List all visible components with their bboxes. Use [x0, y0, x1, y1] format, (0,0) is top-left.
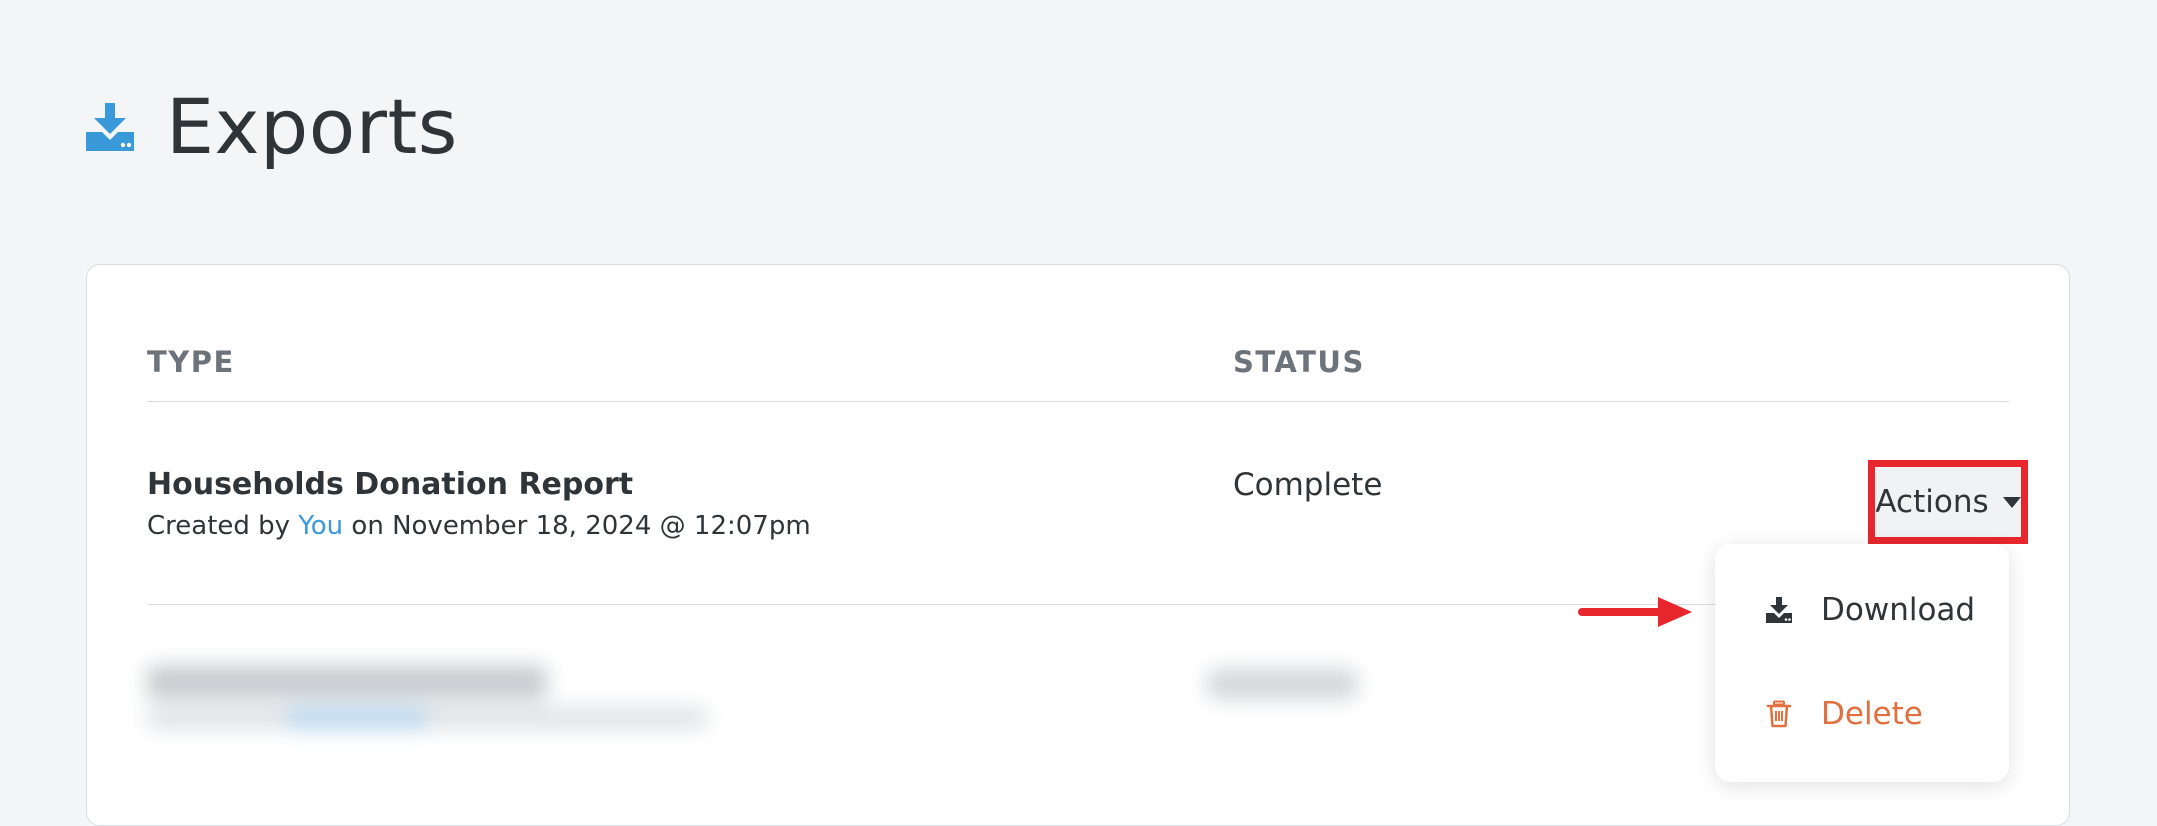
- blurred-row-content: [127, 647, 747, 737]
- menu-item-delete-label: Delete: [1821, 696, 1923, 732]
- blurred-row-status: [1207, 647, 1387, 737]
- page-title: Exports: [166, 82, 458, 171]
- trash-icon: [1766, 700, 1792, 728]
- menu-item-download-label: Download: [1821, 592, 1976, 628]
- actions-button[interactable]: Actions: [1868, 460, 2028, 544]
- menu-item-download[interactable]: Download: [1715, 570, 2009, 650]
- menu-item-delete[interactable]: Delete: [1715, 674, 2009, 754]
- actions-dropdown-menu: Download Delete: [1715, 544, 2009, 782]
- table-header: TYPE STATUS: [147, 345, 2009, 402]
- actions-button-label: Actions: [1875, 484, 1989, 520]
- download-tray-icon: [86, 102, 134, 151]
- page-header: Exports: [84, 82, 458, 171]
- caret-down-icon: [2002, 496, 2021, 508]
- created-suffix: on November 18, 2024 @ 12:07pm: [351, 511, 811, 541]
- created-by-link[interactable]: You: [298, 511, 343, 541]
- export-created-meta: Created by You on November 18, 2024 @ 12…: [147, 511, 811, 541]
- status-text: Complete: [1233, 467, 1383, 503]
- download-icon: [1766, 597, 1792, 623]
- annotation-arrow-icon: [1578, 597, 1692, 627]
- export-type-title: Households Donation Report: [147, 467, 634, 502]
- column-header-status: STATUS: [1233, 345, 1365, 379]
- column-header-type: TYPE: [147, 345, 235, 379]
- created-prefix: Created by: [147, 511, 291, 541]
